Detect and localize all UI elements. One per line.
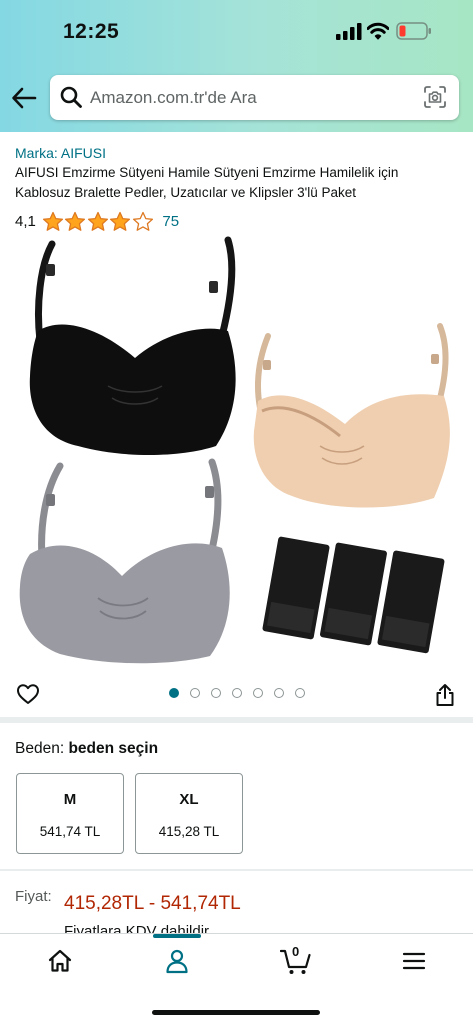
brand-link[interactable]: Marka: AIFUSI (15, 145, 106, 161)
cellular-signal-icon (336, 23, 362, 40)
size-option-price: 415,28 TL (158, 824, 220, 839)
back-arrow-icon[interactable] (10, 84, 38, 112)
size-label: Beden: beden seçin (15, 740, 158, 758)
menu-icon[interactable] (400, 947, 428, 975)
header: 12:25 Amazon.com.tr'de Ara (0, 0, 473, 132)
black-bra-image (29, 236, 236, 455)
product-image[interactable] (0, 236, 473, 664)
grey-bra-image (19, 458, 230, 664)
size-option-name: XL (179, 791, 199, 808)
pagination-dot[interactable] (169, 688, 179, 698)
status-time: 12:25 (63, 20, 120, 43)
star-icon (42, 211, 63, 231)
price-range: 415,28TL - 541,74TL (64, 893, 241, 914)
pagination-dot[interactable] (295, 688, 305, 698)
home-indicator (152, 1010, 320, 1015)
star-icon (110, 211, 131, 231)
pagination-dot[interactable] (211, 688, 221, 698)
heart-icon[interactable] (16, 682, 40, 706)
search-bar[interactable]: Amazon.com.tr'de Ara (50, 75, 459, 120)
search-input[interactable]: Amazon.com.tr'de Ara (90, 88, 257, 108)
star-icon (132, 211, 153, 231)
size-label-text: Beden: (15, 740, 65, 757)
size-option-name: M (63, 791, 77, 808)
pagination-dot[interactable] (253, 688, 263, 698)
battery-low-icon (396, 22, 431, 40)
beige-bra-image (253, 323, 450, 508)
rating-count[interactable]: 75 (162, 213, 179, 230)
product-title: AIFUSI Emzirme Sütyeni Hamile Sütyeni Em… (15, 165, 399, 200)
pagination-dot[interactable] (274, 688, 284, 698)
size-option-price: 541,74 TL (39, 824, 101, 839)
star-icon (65, 211, 86, 231)
camera-icon[interactable] (423, 85, 447, 109)
active-tab-indicator (153, 934, 201, 938)
rating-value: 4,1 (15, 212, 36, 230)
size-option-m[interactable]: M 541,74 TL (16, 773, 124, 854)
account-icon[interactable] (163, 947, 191, 975)
share-icon[interactable] (433, 683, 457, 707)
status-bar: 12:25 (0, 0, 473, 62)
bra-extenders-image (262, 536, 445, 654)
price-label: Fiyat: (15, 888, 52, 905)
rating-row[interactable]: 4,1 75 (15, 210, 179, 232)
section-divider (0, 717, 473, 723)
star-icon (87, 211, 108, 231)
section-divider (0, 869, 473, 871)
image-pagination-dots[interactable] (169, 688, 316, 698)
pagination-dot[interactable] (232, 688, 242, 698)
wifi-icon (367, 22, 389, 40)
cart-count-badge: 0 (292, 944, 300, 959)
rating-stars (42, 211, 155, 232)
search-icon (60, 86, 82, 108)
size-option-xl[interactable]: XL 415,28 TL (135, 773, 243, 854)
pagination-dot[interactable] (190, 688, 200, 698)
size-selected-value: beden seçin (68, 740, 159, 757)
home-icon[interactable] (46, 947, 74, 975)
